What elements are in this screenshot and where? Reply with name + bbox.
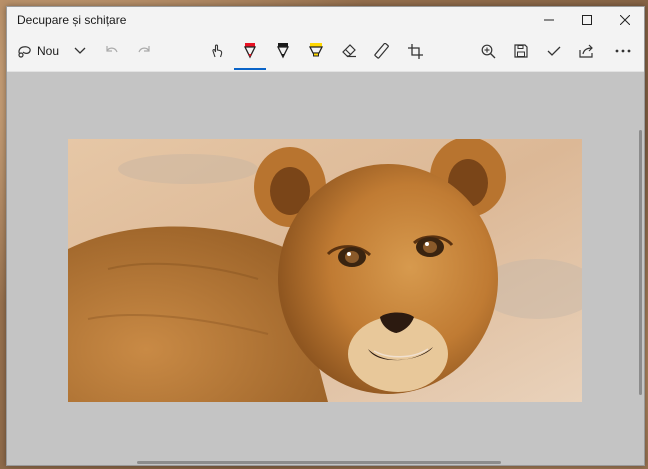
eraser-button[interactable] <box>335 37 363 65</box>
redo-button[interactable] <box>131 37 157 65</box>
copy-button[interactable] <box>540 37 568 65</box>
vertical-scrollbar[interactable] <box>639 130 642 395</box>
new-snip-button[interactable]: Nou <box>15 37 75 65</box>
highlighter-icon <box>308 43 324 57</box>
ruler-icon <box>374 43 389 59</box>
selected-tool-indicator <box>234 68 266 70</box>
touch-writing-icon <box>212 44 223 58</box>
more-icon <box>615 49 631 53</box>
maximize-button[interactable] <box>568 7 606 33</box>
new-snip-label: Nou <box>37 44 60 58</box>
horizontal-scrollbar[interactable] <box>137 461 501 464</box>
share-icon <box>579 44 593 58</box>
undo-icon <box>106 46 118 53</box>
snip-image[interactable] <box>68 139 582 402</box>
minimize-icon <box>544 19 554 21</box>
touch-writing-button[interactable] <box>203 37 231 65</box>
chevron-down-icon <box>74 47 86 54</box>
maximize-icon <box>582 15 592 25</box>
crop-icon <box>407 43 423 59</box>
undo-button[interactable] <box>99 37 125 65</box>
minimize-button[interactable] <box>530 7 568 33</box>
window-title: Decupare și schițare <box>17 13 127 27</box>
close-icon <box>620 15 630 25</box>
check-icon <box>547 46 561 56</box>
zoom-icon <box>481 44 495 58</box>
snip-icon <box>18 46 31 58</box>
canvas-area[interactable] <box>7 72 644 465</box>
crop-button[interactable] <box>401 37 429 65</box>
more-options-button[interactable] <box>609 37 637 65</box>
ballpoint-pen-icon <box>243 43 257 59</box>
redo-icon <box>138 46 150 53</box>
eraser-icon <box>342 44 356 58</box>
pencil-button[interactable] <box>269 37 297 65</box>
pencil-icon <box>276 43 290 59</box>
toolbar: Nou <box>7 33 644 72</box>
save-button[interactable] <box>507 37 535 65</box>
save-icon <box>514 44 528 58</box>
close-button[interactable] <box>606 7 644 33</box>
zoom-button[interactable] <box>474 37 502 65</box>
ruler-button[interactable] <box>368 37 396 65</box>
snip-sketch-window: Decupare și schițare Nou <box>6 6 645 466</box>
share-button[interactable] <box>573 37 601 65</box>
lion-cub-photo <box>68 139 582 402</box>
highlighter-button[interactable] <box>302 37 330 65</box>
ballpoint-pen-button[interactable] <box>236 37 264 65</box>
title-bar: Decupare și schițare <box>7 7 644 33</box>
new-snip-dropdown[interactable] <box>69 37 91 65</box>
